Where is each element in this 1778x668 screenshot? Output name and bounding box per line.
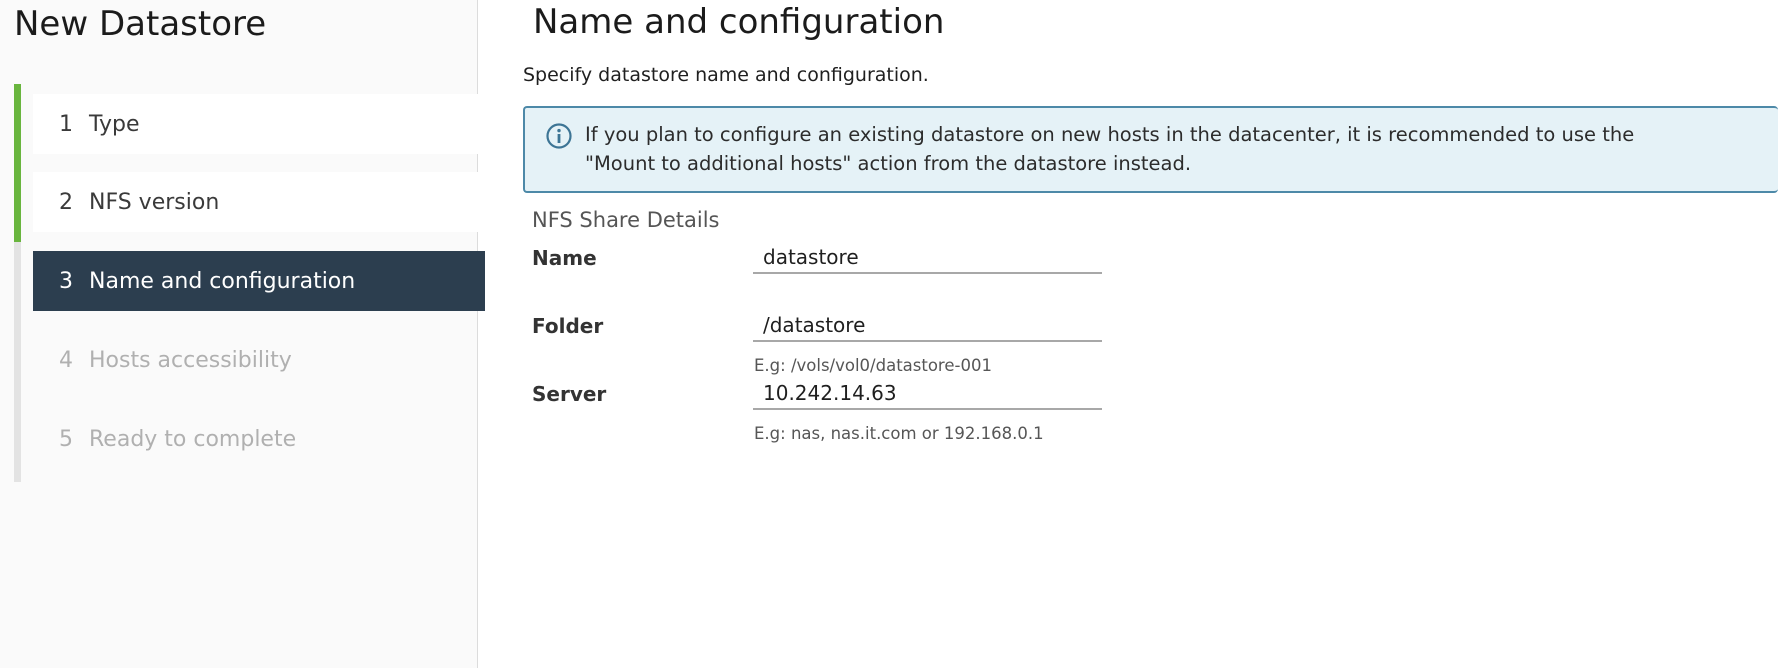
step-label: Ready to complete bbox=[89, 426, 297, 452]
step-number: 1 bbox=[59, 111, 73, 137]
name-input[interactable] bbox=[753, 242, 1102, 274]
wizard-nav-panel: New Datastore 1 Type 2 NFS version 3 Nam… bbox=[0, 0, 485, 668]
folder-input[interactable] bbox=[753, 310, 1102, 342]
step-nfs-version[interactable]: 2 NFS version bbox=[33, 172, 485, 232]
folder-label: Folder bbox=[532, 314, 604, 338]
step-label: Type bbox=[89, 111, 140, 137]
page-title: Name and configuration bbox=[533, 2, 945, 42]
step-type[interactable]: 1 Type bbox=[33, 94, 485, 154]
section-title: NFS Share Details bbox=[532, 208, 720, 232]
folder-helper-text: E.g: /vols/vol0/datastore-001 bbox=[754, 356, 992, 375]
wizard-steps: 1 Type 2 NFS version 3 Name and configur… bbox=[14, 84, 485, 482]
step-label: NFS version bbox=[89, 189, 220, 215]
step-ready-to-complete: 5 Ready to complete bbox=[33, 409, 485, 469]
step-number: 4 bbox=[59, 347, 73, 373]
info-alert: If you plan to configure an existing dat… bbox=[523, 106, 1778, 193]
server-input[interactable] bbox=[753, 378, 1102, 410]
step-label: Name and configuration bbox=[89, 268, 356, 294]
step-name-and-configuration[interactable]: 3 Name and configuration bbox=[33, 251, 485, 311]
wizard-title: New Datastore bbox=[14, 4, 267, 44]
step-number: 5 bbox=[59, 426, 73, 452]
info-icon bbox=[546, 123, 572, 149]
server-helper-text: E.g: nas, nas.it.com or 192.168.0.1 bbox=[754, 424, 1044, 443]
alert-message: If you plan to configure an existing dat… bbox=[585, 123, 1635, 175]
step-label: Hosts accessibility bbox=[89, 347, 292, 373]
step-number: 2 bbox=[59, 189, 73, 215]
step-number: 3 bbox=[59, 268, 73, 294]
name-label: Name bbox=[532, 246, 597, 270]
step-hosts-accessibility: 4 Hosts accessibility bbox=[33, 330, 485, 390]
server-label: Server bbox=[532, 382, 607, 406]
wizard-content: Name and configuration Specify datastore… bbox=[478, 0, 1778, 668]
completed-steps-indicator bbox=[14, 84, 21, 242]
page-subtitle: Specify datastore name and configuration… bbox=[523, 64, 929, 86]
